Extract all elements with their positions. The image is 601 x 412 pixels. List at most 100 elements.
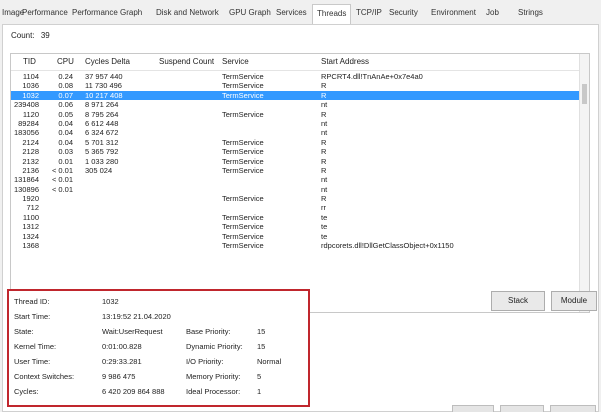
cpu-cell: < 0.01 bbox=[51, 165, 73, 175]
thread-row[interactable]: 2132 0.01 1 033 280 TermService R bbox=[11, 157, 581, 166]
service-cell: TermService bbox=[222, 156, 264, 166]
thread-row[interactable]: 1312 TermService te bbox=[11, 222, 581, 231]
header-divider bbox=[11, 70, 589, 71]
io-priority-value: Normal bbox=[257, 357, 282, 366]
bottom-button-1[interactable] bbox=[452, 405, 494, 412]
state-label: State: bbox=[14, 327, 34, 336]
thread-id-label: Thread ID: bbox=[14, 297, 50, 306]
cycles-label: Cycles: bbox=[14, 387, 39, 396]
tab-security[interactable]: Security bbox=[389, 8, 418, 17]
tab-services[interactable]: Services bbox=[276, 8, 307, 17]
tid-cell: 131864 bbox=[13, 175, 39, 185]
tab-environment[interactable]: Environment bbox=[431, 8, 476, 17]
cycles-delta-cell: 10 217 408 bbox=[85, 90, 123, 100]
thread-row[interactable]: 2124 0.04 5 701 312 TermService R bbox=[11, 138, 581, 147]
column-header-start-address[interactable]: Start Address bbox=[321, 54, 369, 70]
cpu-cell: 0.08 bbox=[58, 81, 73, 91]
tid-cell: 1100 bbox=[22, 212, 39, 222]
tab-threads[interactable]: Threads bbox=[312, 4, 352, 25]
thread-row[interactable]: 1920 TermService R bbox=[11, 194, 581, 203]
tid-cell: 712 bbox=[26, 203, 39, 213]
cycles-delta-cell: 6 612 448 bbox=[85, 118, 119, 128]
tid-cell: 89284 bbox=[18, 118, 39, 128]
ideal-processor-label: Ideal Processor: bbox=[186, 387, 241, 396]
tab-strings[interactable]: Strings bbox=[518, 8, 543, 17]
bottom-button-3[interactable] bbox=[550, 405, 596, 412]
vertical-scrollbar[interactable] bbox=[579, 54, 589, 312]
thread-row[interactable]: 239408 0.06 8 971 264 nt bbox=[11, 100, 581, 109]
scrollbar-thumb[interactable] bbox=[582, 84, 587, 104]
start-time-value: 13:19:52 21.04.2020 bbox=[102, 312, 171, 321]
start-address-cell: R bbox=[321, 156, 327, 166]
cpu-cell: < 0.01 bbox=[51, 175, 73, 185]
cycles-delta-cell: 5 701 312 bbox=[85, 137, 119, 147]
service-cell: TermService bbox=[222, 222, 264, 232]
cpu-cell: 0.04 bbox=[58, 137, 73, 147]
tid-cell: 2128 bbox=[22, 147, 39, 157]
tab-job[interactable]: Job bbox=[486, 8, 499, 17]
user-time-value: 0:29:33.281 bbox=[102, 357, 142, 366]
dynamic-priority-label: Dynamic Priority: bbox=[186, 342, 243, 351]
cycles-delta-cell: 305 024 bbox=[85, 165, 113, 175]
thread-rows: 1104 0.24 37 957 440 TermService RPCRT4.dll!… bbox=[11, 72, 581, 250]
start-address-cell: nt bbox=[321, 184, 328, 194]
thread-row[interactable]: 1104 0.24 37 957 440 TermService RPCRT4.dll!… bbox=[11, 72, 581, 81]
start-address-cell: rr bbox=[321, 203, 326, 213]
count-label: Count: bbox=[11, 31, 35, 40]
service-cell: TermService bbox=[222, 165, 264, 175]
service-cell: TermService bbox=[222, 147, 264, 157]
service-cell: TermService bbox=[222, 241, 264, 251]
tab-performance-graph[interactable]: Performance Graph bbox=[72, 8, 142, 17]
stack-button[interactable]: Stack bbox=[491, 291, 545, 311]
column-header-cycles-delta[interactable]: Cycles Delta bbox=[85, 54, 130, 70]
tid-cell: 1036 bbox=[22, 81, 39, 91]
thread-row[interactable]: 1324 TermService te bbox=[11, 232, 581, 241]
service-cell: TermService bbox=[222, 90, 264, 100]
thread-row[interactable]: 2128 0.03 5 365 792 TermService R bbox=[11, 147, 581, 156]
start-address-cell: te bbox=[321, 231, 328, 241]
thread-row[interactable]: 130896 < 0.01 nt bbox=[11, 185, 581, 194]
service-cell: TermService bbox=[222, 212, 264, 222]
column-header-cpu[interactable]: CPU bbox=[57, 54, 74, 70]
tab-performance[interactable]: Performance bbox=[22, 8, 68, 17]
thread-id-value: 1032 bbox=[102, 297, 119, 306]
count-value: 39 bbox=[40, 31, 50, 40]
thread-row-selected[interactable]: 1032 0.07 10 217 408 TermService R bbox=[11, 90, 581, 101]
memory-priority-label: Memory Priority: bbox=[186, 372, 241, 381]
thread-count: Count: 39 bbox=[11, 31, 50, 40]
thread-row[interactable]: 1368 TermService rdpcorets.dll!DllGetClass… bbox=[11, 241, 581, 250]
service-cell: TermService bbox=[222, 109, 264, 119]
cpu-cell: 0.24 bbox=[58, 72, 73, 81]
thread-row[interactable]: 1100 TermService te bbox=[11, 213, 581, 222]
module-button[interactable]: Module bbox=[551, 291, 597, 311]
dynamic-priority-value: 15 bbox=[257, 342, 266, 351]
cpu-cell: 0.06 bbox=[58, 100, 73, 110]
thread-row[interactable]: 1036 0.08 11 730 496 TermService R bbox=[11, 81, 581, 90]
column-header-tid[interactable]: TID bbox=[23, 54, 36, 70]
column-header-suspend-count[interactable]: Suspend Count bbox=[159, 54, 214, 70]
thread-list[interactable]: TID CPU Cycles Delta Suspend Count Servi… bbox=[10, 53, 590, 313]
bottom-button-2[interactable] bbox=[500, 405, 544, 412]
tid-cell: 1368 bbox=[22, 241, 39, 251]
thread-row[interactable]: 2136 < 0.01 305 024 TermService R bbox=[11, 166, 581, 175]
tab-strip: Image Performance Performance Graph Disk… bbox=[0, 0, 601, 25]
thread-row[interactable]: 183056 0.04 6 324 672 nt bbox=[11, 128, 581, 137]
tid-cell: 1104 bbox=[22, 72, 39, 81]
cpu-cell: 0.04 bbox=[58, 118, 73, 128]
context-switches-label: Context Switches: bbox=[14, 372, 75, 381]
cycles-delta-cell: 8 971 264 bbox=[85, 100, 119, 110]
state-value: Wait:UserRequest bbox=[102, 327, 163, 336]
thread-row[interactable]: 89284 0.04 6 612 448 nt bbox=[11, 119, 581, 128]
thread-row[interactable]: 712 rr bbox=[11, 203, 581, 212]
start-address-cell: R bbox=[321, 90, 327, 100]
cpu-cell: 0.05 bbox=[58, 109, 73, 119]
tab-image[interactable]: Image bbox=[2, 8, 24, 17]
thread-row[interactable]: 131864 < 0.01 nt bbox=[11, 175, 581, 184]
threads-panel: Count: 39 TID CPU Cycles Delta Suspend C… bbox=[2, 24, 599, 412]
tab-tcpip[interactable]: TCP/IP bbox=[356, 8, 382, 17]
thread-row[interactable]: 1120 0.05 8 795 264 TermService R bbox=[11, 110, 581, 119]
tab-disk-and-network[interactable]: Disk and Network bbox=[156, 8, 219, 17]
column-header-service[interactable]: Service bbox=[222, 54, 249, 70]
start-address-cell: R bbox=[321, 109, 327, 119]
tab-gpu-graph[interactable]: GPU Graph bbox=[229, 8, 271, 17]
